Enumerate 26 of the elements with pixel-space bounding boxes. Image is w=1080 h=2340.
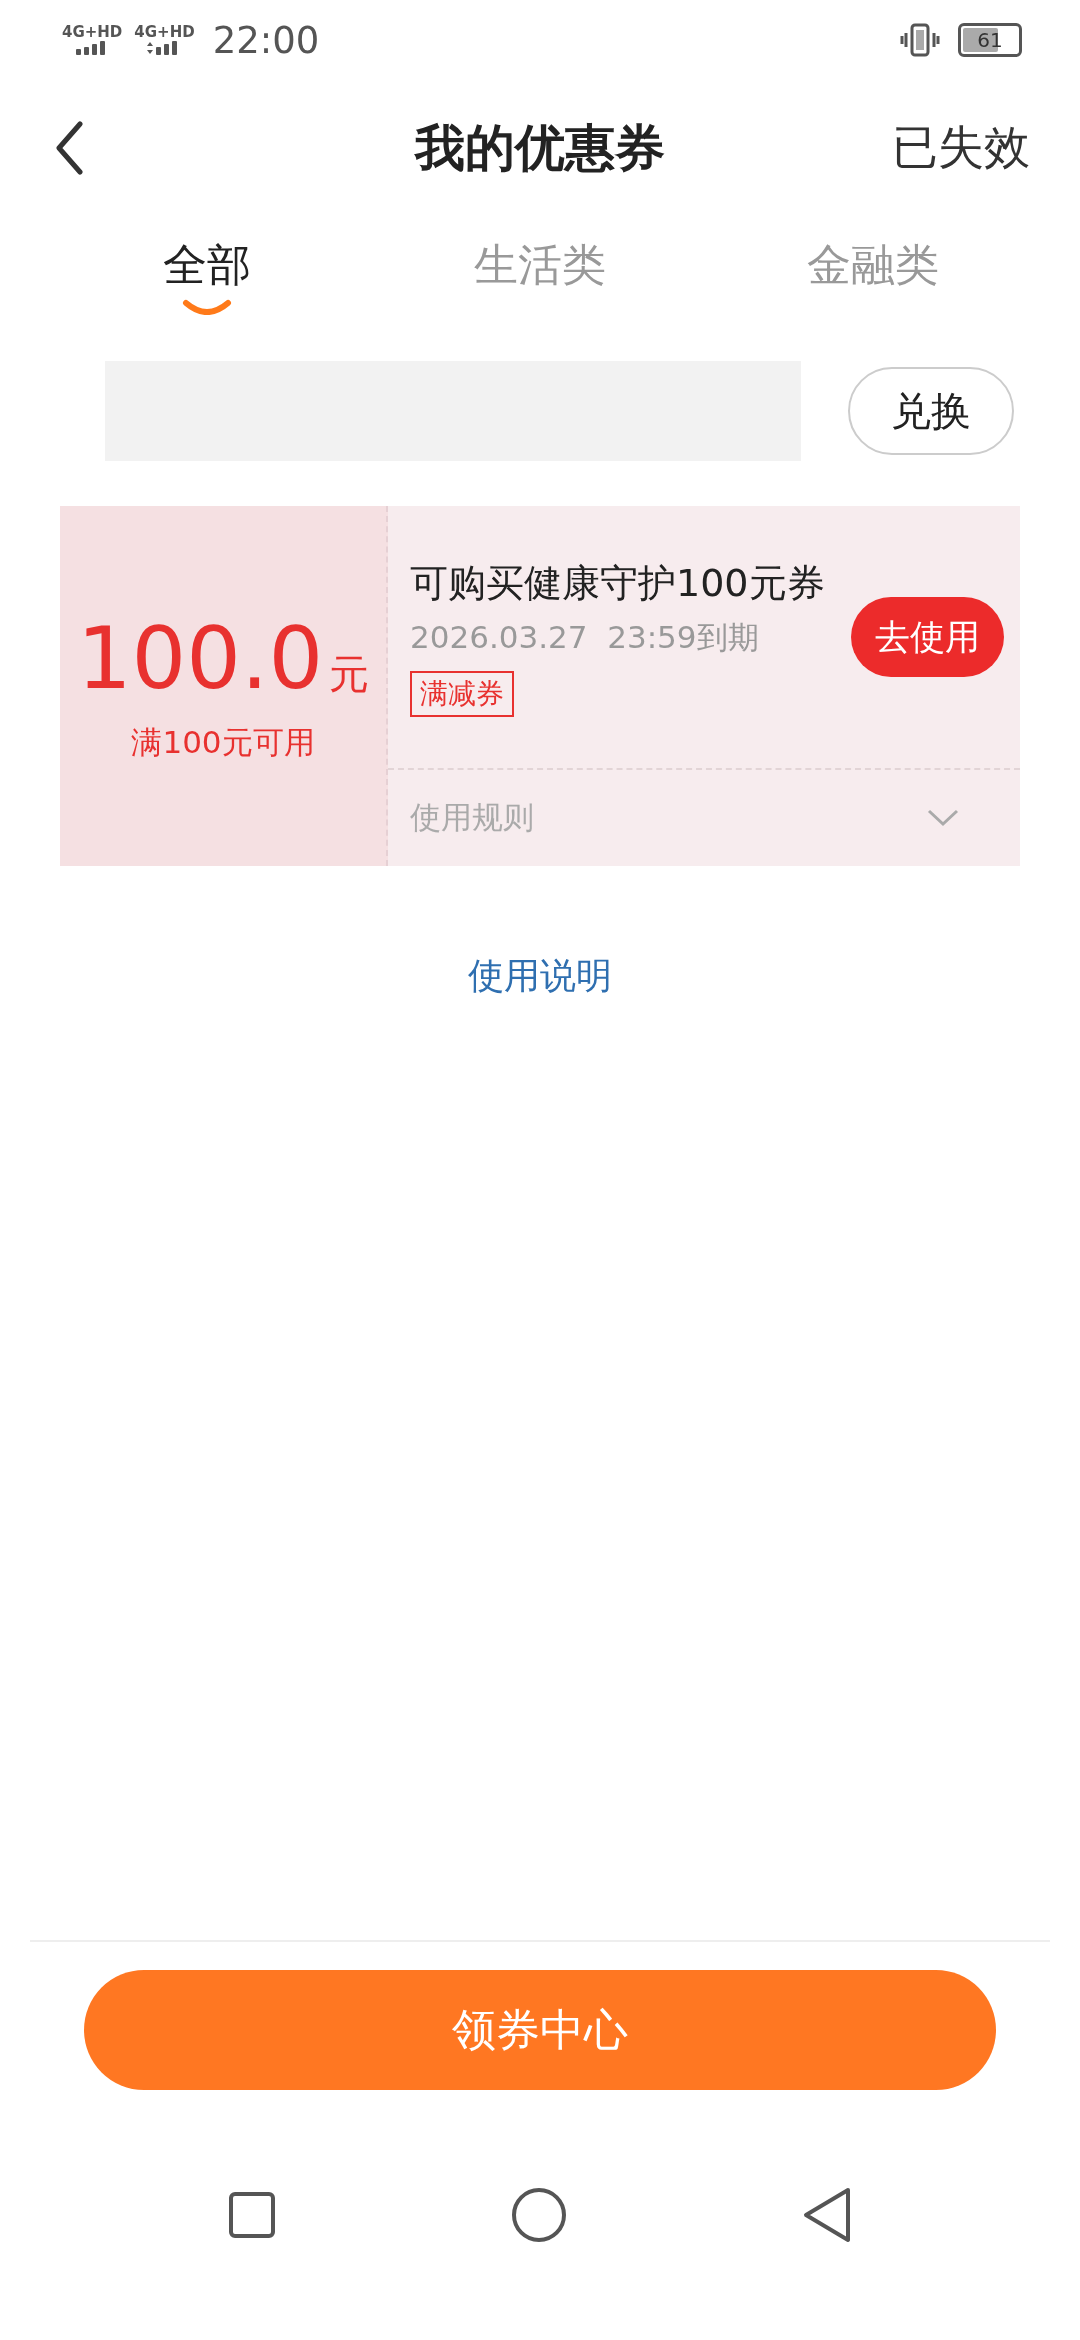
coupon-tag: 满减券: [410, 670, 514, 717]
back-nav-icon[interactable]: [802, 2187, 853, 2243]
rules-label: 使用规则: [410, 798, 534, 837]
coupon-center-button[interactable]: 领券中心: [84, 1970, 996, 2090]
recents-icon[interactable]: [227, 2191, 276, 2239]
back-icon[interactable]: [54, 121, 84, 175]
use-button[interactable]: 去使用: [851, 597, 1004, 677]
category-tab[interactable]: 金融类: [763, 216, 984, 326]
coupon-condition: 满100元可用: [131, 723, 315, 762]
category-tab[interactable]: 生活类: [430, 216, 650, 326]
network-label: 4G+HD: [62, 24, 123, 40]
usage-guide-link[interactable]: 使用说明: [468, 952, 612, 1001]
category-tab[interactable]: 全部: [96, 216, 317, 326]
coupon-amount: 100.0: [76, 608, 324, 708]
currency-unit: 元: [329, 650, 370, 699]
redeem-button[interactable]: 兑换: [848, 367, 1014, 455]
page-title: 我的优惠券: [415, 117, 665, 179]
chevron-icon: [926, 808, 960, 828]
expired-link[interactable]: 已失效: [892, 117, 1030, 179]
network-label: 4G+HD: [134, 24, 195, 40]
coupon-title: 可购买健康守护100元券: [410, 559, 825, 607]
tab-indicator-icon: [181, 299, 232, 315]
expiry-date: 2026.03.27 23:59到期: [410, 617, 759, 657]
clock-time: 22:00: [212, 18, 320, 62]
home-icon[interactable]: [511, 2187, 567, 2243]
vibrate-icon: [900, 23, 940, 57]
